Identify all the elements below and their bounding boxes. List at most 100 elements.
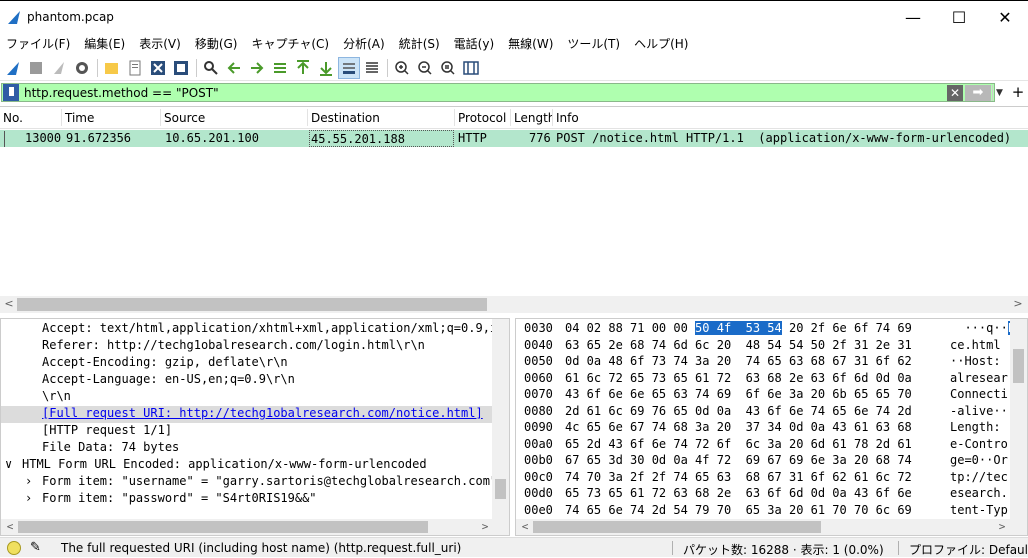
column-header-destination[interactable]: Destination — [308, 109, 455, 126]
close-file-icon[interactable] — [147, 57, 169, 79]
options-gear-icon[interactable] — [71, 57, 93, 79]
apply-filter-icon[interactable]: ➡ — [965, 84, 991, 101]
detail-line[interactable]: Referer: http://techg1obalresearch.com/l… — [1, 338, 494, 355]
clear-filter-icon[interactable]: ✕ — [947, 84, 963, 101]
menu-item-10[interactable]: ヘルプ(H) — [628, 35, 696, 52]
menu-item-8[interactable]: 無線(W) — [502, 35, 561, 52]
packet-row[interactable]: 13000 91.672356 10.65.201.100 45.55.201.… — [0, 130, 1028, 147]
hex-row[interactable]: 0090 4c 65 6e 67 74 68 3a 20 37 34 0d 0a … — [516, 420, 1027, 436]
menu-item-3[interactable]: 移動(G) — [189, 35, 246, 52]
packet-destination: 45.55.201.188 — [309, 130, 454, 147]
hex-row[interactable]: 0070 43 6f 6e 6e 65 63 74 69 6f 6e 3a 20 … — [516, 387, 1027, 403]
packet-source: 10.65.201.100 — [165, 131, 259, 145]
detail-line[interactable]: \r\n — [1, 389, 494, 406]
open-folder-icon[interactable] — [101, 57, 123, 79]
detail-line[interactable]: › Form item: "username" = "garry.sartoris… — [1, 474, 497, 491]
detail-line[interactable]: [HTTP request 1/1] — [1, 423, 494, 440]
profile-label[interactable]: プロファイル: Default — [909, 541, 1028, 558]
shark-fin-icon[interactable] — [2, 57, 24, 79]
packet-list-hscrollbar[interactable]: < > — [0, 296, 1028, 313]
menu-item-1[interactable]: 編集(E) — [78, 35, 133, 52]
filter-text[interactable]: http.request.method == "POST" — [24, 86, 219, 100]
hex-bytes: 43 6f 6e 6e 65 63 74 69 6f 6e 3a 20 6b 6… — [565, 387, 912, 401]
detail-text: \r\n — [42, 389, 71, 403]
filter-history-dropdown-icon[interactable]: ▼ — [992, 84, 1006, 101]
collapse-arrow-icon[interactable]: ∨ — [5, 457, 12, 471]
minimize-button[interactable]: — — [890, 1, 936, 33]
column-header-info[interactable]: Info — [553, 109, 1028, 126]
menu-item-9[interactable]: ツール(T) — [561, 35, 628, 52]
details-vscrollbar[interactable] — [492, 319, 509, 519]
detail-line[interactable]: File Data: 74 bytes — [1, 440, 494, 457]
detail-line[interactable]: Accept: text/html,application/xhtml+xml,… — [1, 321, 509, 338]
menu-item-2[interactable]: 表示(V) — [133, 35, 189, 52]
column-header-source[interactable]: Source — [161, 109, 308, 126]
autoscroll-icon[interactable] — [338, 56, 360, 79]
bytes-hscrollbar[interactable]: < > — [516, 519, 1027, 535]
detail-line[interactable]: ∨ HTML Form URL Encoded: application/x-ww… — [1, 457, 494, 474]
hex-offset: 0090 — [524, 420, 553, 434]
expand-arrow-icon[interactable]: › — [25, 491, 32, 505]
column-header-no[interactable]: No. — [0, 109, 62, 126]
zoom-out-icon[interactable] — [414, 57, 436, 79]
forward-arrow-icon[interactable] — [246, 57, 268, 79]
scroll-left-icon[interactable]: < — [1, 296, 17, 312]
last-packet-icon[interactable] — [315, 57, 337, 79]
details-hscrollbar[interactable]: < > — [1, 519, 509, 535]
hex-bytes: 74 65 6e 74 2d 54 79 70 65 3a 20 61 70 7… — [565, 502, 912, 517]
zoom-in-icon[interactable] — [391, 57, 413, 79]
stop-icon[interactable] — [25, 57, 47, 79]
column-header-length[interactable]: Length — [511, 109, 553, 126]
scroll-right-icon[interactable]: > — [1010, 296, 1026, 312]
go-to-packet-icon[interactable] — [269, 57, 291, 79]
maximize-button[interactable]: ☐ — [936, 1, 982, 33]
first-packet-icon[interactable] — [292, 57, 314, 79]
file-icon[interactable] — [124, 57, 146, 79]
menu-bar: ファイル(F) 編集(E) 表示(V) 移動(G) キャプチャ(C) 分析(A) 統計(S)… — [0, 33, 1028, 54]
hex-row[interactable]: 00e0 74 65 6e 74 2d 54 79 70 65 3a 20 61 … — [516, 502, 1027, 519]
normal-size-icon[interactable] — [437, 57, 459, 79]
hex-row[interactable]: 00b0 67 65 3d 30 0d 0a 4f 72 69 67 69 6e … — [516, 453, 1027, 469]
reload-icon[interactable] — [170, 57, 192, 79]
hex-row[interactable]: 00c0 74 70 3a 2f 2f 74 65 63 68 67 31 6f … — [516, 470, 1027, 486]
edit-comment-icon[interactable]: ✎ — [30, 540, 41, 555]
scroll-thumb[interactable] — [17, 298, 487, 311]
menu-item-5[interactable]: 分析(A) — [337, 35, 393, 52]
column-header-protocol[interactable]: Protocol — [455, 109, 511, 126]
menu-item-7[interactable]: 電話(y) — [448, 35, 502, 52]
back-arrow-icon[interactable] — [223, 57, 245, 79]
menu-item-0[interactable]: ファイル(F) — [0, 35, 78, 52]
restart-icon[interactable] — [48, 57, 70, 79]
add-filter-button-icon[interactable]: + — [1008, 84, 1028, 101]
menu-item-4[interactable]: キャプチャ(C) — [245, 35, 337, 52]
hex-bytes: 2d 61 6c 69 76 65 0d 0a 43 6f 6e 74 65 6… — [565, 403, 912, 418]
hex-offset: 0050 — [524, 354, 553, 368]
hex-row[interactable]: 00a0 65 2d 43 6f 6e 74 72 6f 6c 3a 20 6d … — [516, 437, 1027, 453]
menu-item-6[interactable]: 統計(S) — [393, 35, 448, 52]
resize-columns-icon[interactable] — [460, 57, 482, 79]
detail-text: [HTTP request 1/1] — [42, 423, 173, 437]
bookmark-icon[interactable] — [3, 84, 19, 101]
detail-line[interactable]: [Full request URI: http://techg1obalrese… — [1, 406, 494, 423]
find-icon[interactable] — [200, 57, 222, 79]
hex-offset: 0080 — [524, 403, 553, 418]
hex-row[interactable]: 00d0 65 73 65 61 72 63 68 2e 63 6f 6d 0d … — [516, 486, 1027, 502]
hex-row[interactable]: 0080 2d 61 6c 69 76 65 0d 0a 43 6f 6e 74 … — [516, 403, 1027, 420]
hex-row[interactable]: 0060 61 6c 72 65 73 65 61 72 63 68 2e 63 … — [516, 371, 1027, 387]
expert-info-icon[interactable] — [7, 541, 21, 555]
detail-line[interactable]: Accept-Language: en-US,en;q=0.9\r\n — [1, 372, 494, 389]
column-header-time[interactable]: Time — [62, 109, 161, 126]
hex-row[interactable]: 0050 0d 0a 48 6f 73 74 3a 20 74 65 63 68 … — [516, 354, 1027, 370]
hex-bytes: 0d 0a 48 6f 73 74 3a 20 74 65 63 68 67 3… — [565, 354, 912, 368]
close-window-button[interactable]: ✕ — [982, 1, 1028, 33]
detail-line[interactable]: › Form item: "password" = "S4rt0RIS19&&" — [1, 491, 494, 508]
detail-line[interactable]: Accept-Encoding: gzip, deflate\r\n — [1, 355, 494, 372]
status-bar: ✎ The full requested URI (including host… — [0, 537, 1028, 557]
expand-arrow-icon[interactable]: › — [25, 474, 32, 488]
main-toolbar — [0, 55, 1028, 81]
colorize-icon[interactable] — [361, 57, 383, 79]
display-filter-input[interactable]: http.request.method == "POST" — [1, 83, 995, 102]
bytes-vscrollbar[interactable] — [1010, 319, 1027, 519]
hex-row[interactable]: 0040 63 65 2e 68 74 6d 6c 20 48 54 54 50 … — [516, 338, 1027, 354]
hex-row[interactable]: 0030 04 02 88 71 00 00 50 4f 53 54 20 2f … — [516, 321, 1027, 337]
